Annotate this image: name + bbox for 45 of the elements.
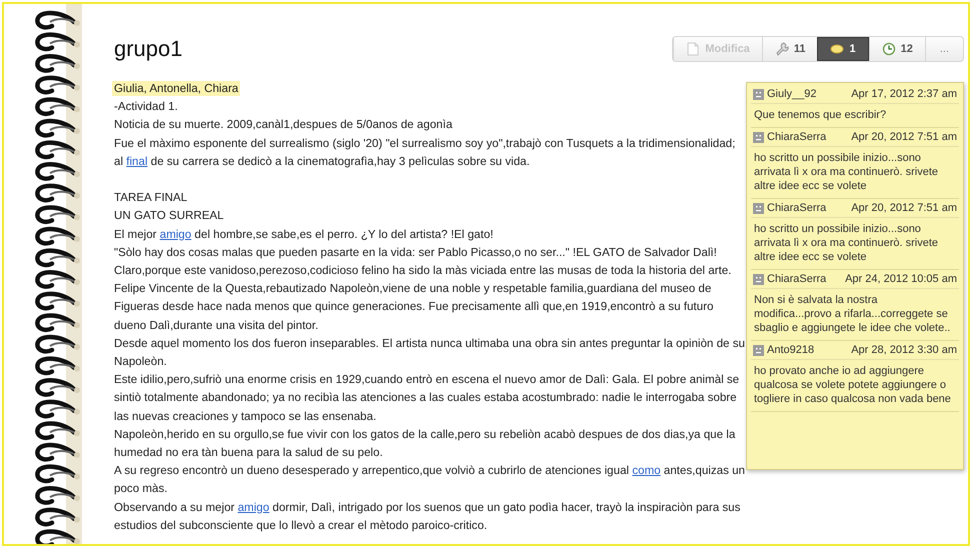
paragraph: Observando a su mejor amigo dormir, Dalì, intrigado por los suenos que un gato podìa hacer, trayò la inspiraciòn para sus estudios del subconsciente que lo llevò a crear el mètodo paroico-critico. [114,500,742,534]
comment-author[interactable]: Anto9218 [767,344,848,356]
comment-text: Que tenemos que escribir? [753,108,888,123]
comment-text: ho scritto un possibile inizio...sono arrivata lì x ora ma continuerò. srivete altre idee ecc se volete [753,222,940,265]
page-title: grupo1 [114,37,183,61]
paragraph: -Actividad 1. [114,99,179,116]
comment-date: Apr 24, 2012 10:05 am [845,273,957,285]
paragraph: Noticia de su muerte. 2009,canàl1,despues de 5/0anos de agonìa [114,117,454,134]
wrench-icon [774,42,789,56]
highlighted-text: Giulia, Antonella, Chiara [112,81,240,96]
comment-date: Apr 28, 2012 3:30 am [851,344,957,356]
clock-icon [882,42,896,56]
paragraph: Felipe Vincente de la Questa,rebautizado Napoleòn,viene de una noble y respetable familia,guardiana del museo de Figueras desde hace nada menos que quince generaciones. Fue precisamente allì que,en 1919,encontrò a su futuro dueno Dalì,durante una visita del pintor. [114,281,714,334]
paragraph: Napoleòn,herido en su orgullo,se fue vivir con los gatos de la calle,pero su rebeliòn acabò despues de dos dias,ya que la humedad no era tàn buena para la salud de su pelo. [114,426,736,462]
comment-date: Apr 20, 2012 7:51 am [851,131,957,143]
paragraph: "Sòlo hay dos cosas malas que pueden pasarte en la vida: ser Pablo Picasso,o no ser..." !EL GATO de Salvador Dalì! Claro,porque este vanidoso,perezoso,codicioso felino ha sido la màs viciada entre las musas de toda la historia del arte. [114,244,732,280]
paragraph: Este idilio,pero,sufriò una enorme crisis en 1929,cuando entrò en escena el nuevo amor de Dalì: Gala. El pobre animàl se sintiò totalmente abandonado; ya no recibìa las atenciones a las cuales estaba acostumbrado: nadie le interrogaba sobre las nuevas creaciones y tampoco se las ensenaba. [114,372,740,425]
avatar-icon [753,344,764,356]
text-link[interactable]: final [126,154,148,168]
comment-author[interactable]: ChiaraSerra [767,131,848,143]
paragraph: Desde aquel momento los dos fueron inseparables. El artista nunca ultimaba una obra sin antes preguntar la opiniòn de su Napoleòn. [114,336,746,370]
paragraph: UN GATO SURREAL [114,208,225,224]
comment-author[interactable]: ChiaraSerra [767,202,848,214]
comment-date: Apr 20, 2012 7:51 am [851,202,957,214]
document-icon [686,42,700,56]
avatar-icon [753,132,764,142]
paragraph: A su regreso encontrò un dueno desesperado y arrepentico,que volviò a cubrirlo de atenciones igual como antes,quizas un poco màs. [114,463,746,498]
comment-text: Non si è salvata la nostra modifica...provo a rifarla...correggete se sbaglio e aggiungete le idee che volete.. [753,293,952,336]
avatar-icon [753,202,764,214]
comment-text: ho provato anche io ad aggiungere qualcosa se volete potete aggiungere o togliere in caso qualcosa non vada bene [753,364,952,407]
avatar-icon [753,88,764,100]
text-link[interactable]: como [632,464,661,478]
comment-author[interactable]: Giuly__92 [767,88,848,100]
paragraph: TAREA FINAL [114,190,188,206]
comment-date: Apr 17, 2012 2:37 am [851,88,957,100]
comment-text: ho scritto un possibile inizio...sono arrivata lì x ora ma continuerò. srivete altre idee ecc se volete [753,151,940,194]
text-link[interactable]: amigo [160,228,192,241]
avatar-icon [753,274,764,284]
text-link[interactable]: amigo [238,500,270,514]
speech-bubble-icon [830,42,844,56]
comment-author[interactable]: ChiaraSerra [767,273,842,285]
history-button[interactable]: 12 [868,37,925,61]
comments-tab[interactable]: 1 [817,37,869,61]
paragraph: El mejor amigo del hombre,se sabe,es el perro. ¿Y lo del artista? !El gato! [114,226,494,243]
paragraph: Fue el màximo esponente del surrealismo (siglo '20) "el surrealismo soy yo",trabajò con Tusquets a la tridimensionalidad; al final de su carrera se dedicò a la cinematografìa,hay 3 pelìculas sobre su vida. [114,136,736,170]
